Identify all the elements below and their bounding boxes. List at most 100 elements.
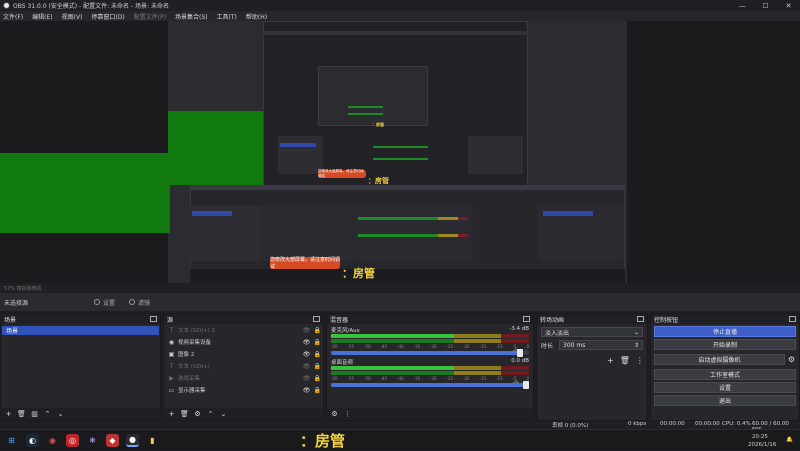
fader-handle[interactable]	[517, 349, 524, 357]
menu-scene-collection[interactable]: 场景集合(S)	[175, 12, 208, 21]
preview-status-text: 57% 模拟摄像机	[4, 285, 42, 292]
volume-fader[interactable]	[331, 381, 529, 389]
source-item[interactable]: T 文本 (GDI+) 👁 🔒	[164, 360, 323, 372]
menu-tools[interactable]: 工具(T)	[217, 12, 237, 21]
duration-spinbox[interactable]: 300 ms ⇕	[559, 340, 643, 350]
visibility-icon[interactable]: 👁	[301, 387, 312, 394]
source-item[interactable]: ▶ 游戏采集 👁 🔒	[164, 372, 323, 384]
move-down-icon[interactable]: ⌄	[219, 410, 228, 418]
close-button[interactable]: ✕	[777, 0, 800, 11]
move-down-icon[interactable]: ⌄	[56, 410, 65, 418]
gear-icon[interactable]: ⚙	[788, 355, 795, 364]
tick-label: -30	[430, 376, 437, 381]
folder-icon[interactable]: ▮	[146, 434, 159, 447]
menu-file[interactable]: 文件(F)	[3, 12, 23, 21]
nested-dock	[278, 136, 323, 174]
scenes-dock: 场景 场景 + 🗑 ▥ ⌃ ⌄	[0, 313, 161, 421]
windows-taskbar: ⊞ ◐ ◉ ◎ ✱ ◆ ● ▮ ：房管 20:25 2026/1/16 🔔	[0, 429, 800, 450]
remove-transition-icon[interactable]: 🗑	[620, 356, 630, 365]
window-titlebar: OBS 31.0.0 (安全模式) - 配置文件: 未命名 - 场景: 未命名 …	[0, 0, 800, 11]
nested-taskbar	[190, 269, 625, 283]
nested-meter	[358, 234, 438, 237]
tick-label: -55	[347, 376, 355, 381]
properties-button[interactable]: 设置	[94, 298, 115, 307]
edge-icon[interactable]: ◉	[46, 434, 59, 447]
menu-docks[interactable]: 停靠窗口(D)	[91, 12, 124, 21]
source-item[interactable]: ◉ 视频采集设备 👁 🔒	[164, 336, 323, 348]
add-icon[interactable]: +	[167, 410, 176, 418]
more-icon[interactable]: ⋮	[636, 356, 644, 365]
tick-label: -10	[496, 376, 503, 381]
scene-item[interactable]: 场景	[2, 326, 159, 335]
gear-icon[interactable]: ⚙	[330, 410, 339, 418]
netease-icon[interactable]: ◎	[66, 434, 79, 447]
obs-taskbar-icon[interactable]: ●	[126, 434, 139, 447]
visibility-icon[interactable]: 👁	[301, 363, 312, 370]
settings-button[interactable]: 设置	[654, 382, 796, 393]
undock-icon[interactable]	[313, 316, 320, 322]
dock-header: 混音器	[327, 314, 533, 324]
filter-icon[interactable]: ▥	[30, 410, 39, 418]
undock-icon[interactable]	[637, 316, 644, 322]
notification-icon[interactable]: 🔔	[786, 437, 793, 443]
transition-select[interactable]: 淡入淡出 ⌄	[541, 327, 643, 337]
fader-handle[interactable]	[523, 381, 529, 389]
add-icon[interactable]: +	[4, 410, 13, 418]
undock-icon[interactable]	[150, 316, 157, 322]
camera-icon: ◉	[168, 338, 175, 346]
minimize-button[interactable]: —	[731, 0, 754, 11]
monitor-icon: ▭	[168, 386, 175, 394]
lock-icon[interactable]: 🔒	[312, 363, 323, 370]
gear-icon[interactable]: ⚙	[193, 410, 202, 418]
studio-mode-button[interactable]: 工作室模式	[654, 369, 796, 380]
remove-icon[interactable]: 🗑	[180, 410, 189, 418]
nested-meter	[348, 106, 383, 108]
source-item[interactable]: ▭ 显示器采集 👁 🔒	[164, 384, 323, 396]
visibility-icon[interactable]: 👁	[301, 351, 312, 358]
duration-row: 时长 300 ms ⇕	[541, 340, 643, 350]
taskbar-rocket-banner: ：房管	[300, 430, 345, 451]
tick-label: -55	[347, 344, 355, 349]
stop-streaming-button[interactable]: 停止直播	[654, 326, 796, 337]
undock-icon[interactable]	[523, 316, 530, 322]
source-item[interactable]: T 文本 (GDI+) 2 👁 🔒	[164, 324, 323, 336]
visibility-icon[interactable]: 👁	[301, 339, 312, 346]
lock-icon[interactable]: 🔒	[312, 339, 323, 346]
move-up-icon[interactable]: ⌃	[43, 410, 52, 418]
preview-left-background	[0, 21, 168, 283]
remove-icon[interactable]: 🗑	[17, 410, 26, 418]
visibility-icon[interactable]: 👁	[301, 327, 312, 334]
tick-label: -45	[380, 344, 388, 349]
app-icon[interactable]: ✱	[86, 434, 99, 447]
app-red-icon[interactable]: ◆	[106, 434, 119, 447]
windows-start-icon[interactable]: ⊞	[5, 434, 18, 447]
cpu-usage: CPU: 0.4%	[722, 421, 751, 427]
tick-label: -40	[397, 376, 404, 381]
menu-view[interactable]: 视图(V)	[62, 12, 83, 21]
volume-fader[interactable]	[331, 349, 529, 357]
preview-area[interactable]: 您修改大部屏幕，请注意时间调试 ：房管 ：房管 您修改大部屏幕，请注意时间调试 …	[0, 21, 800, 283]
undock-icon[interactable]	[789, 316, 796, 322]
menu-help[interactable]: 帮助(H)	[246, 12, 267, 21]
lock-icon[interactable]: 🔒	[312, 387, 323, 394]
dropped-frames: 丢帧 0 (0.0%)	[552, 423, 589, 429]
visibility-icon[interactable]: 👁	[301, 375, 312, 382]
steam-icon[interactable]: ◐	[26, 434, 39, 447]
menu-edit[interactable]: 编辑(E)	[32, 12, 52, 21]
lock-icon[interactable]: 🔒	[312, 375, 323, 382]
more-icon[interactable]: ⋮	[343, 410, 352, 418]
start-virtual-camera-button[interactable]: 启动虚拟摄像机	[654, 354, 785, 365]
maximize-button[interactable]: ☐	[754, 0, 777, 11]
lock-icon[interactable]: 🔒	[312, 327, 323, 334]
source-item[interactable]: ▣ 图像 2 👁 🔒	[164, 348, 323, 360]
tick-label: -30	[430, 344, 437, 349]
menu-profile[interactable]: 配置文件(P)	[134, 12, 166, 21]
move-up-icon[interactable]: ⌃	[206, 410, 215, 418]
filters-button[interactable]: 滤镜	[129, 298, 150, 307]
lock-icon[interactable]: 🔒	[312, 351, 323, 358]
start-recording-button[interactable]: 开始录制	[654, 339, 796, 350]
source-list: T 文本 (GDI+) 2 👁 🔒 ◉ 视频采集设备 👁 🔒 ▣ 图像 2 👁 🔒 T 文本 (GDI+)…	[164, 324, 323, 396]
exit-button[interactable]: 退出	[654, 395, 796, 406]
channel-db: -3.4 dB	[509, 326, 529, 332]
add-transition-icon[interactable]: +	[607, 356, 614, 365]
